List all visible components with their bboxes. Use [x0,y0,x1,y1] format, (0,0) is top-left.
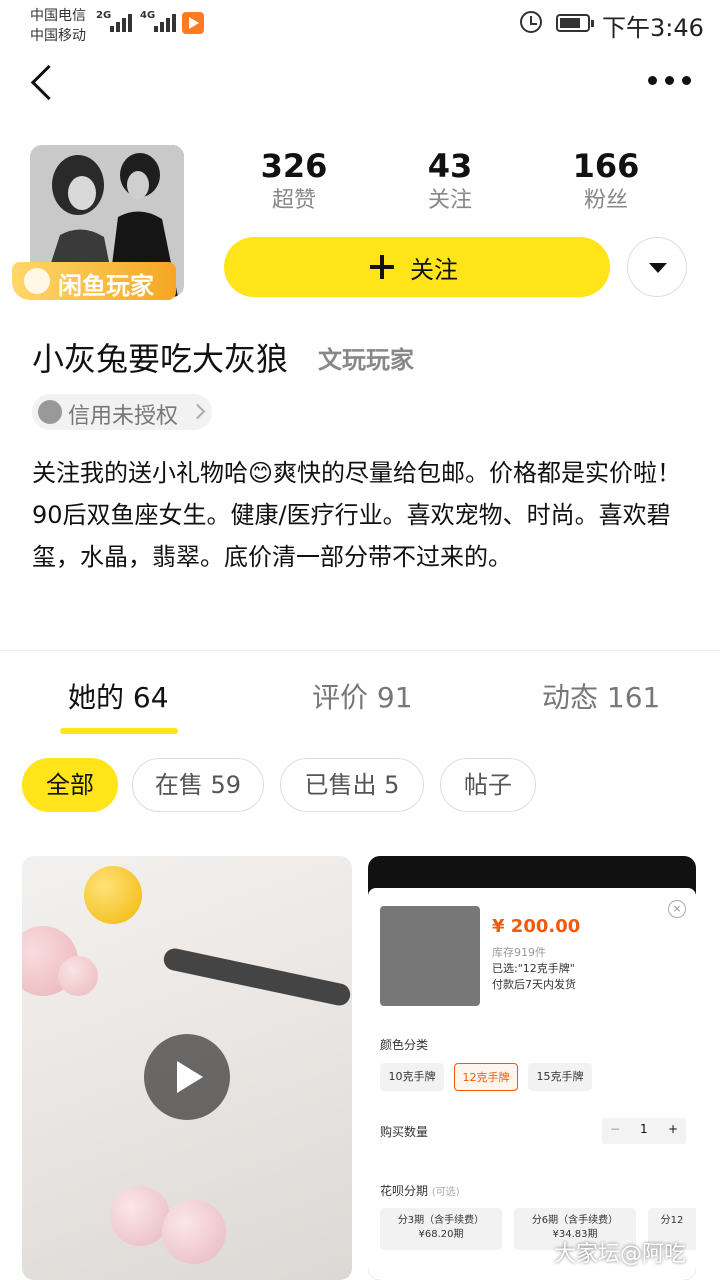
installment-section-label: 花呗分期 (可选) [380,1182,460,1199]
plus-icon [370,255,394,279]
signal-icon-2 [154,12,178,32]
plus-icon: + [668,1122,679,1136]
network-type-1: 2G [96,10,112,21]
stat-value: 166 [572,147,640,185]
carrier-2: 中国移动 [30,28,86,44]
watermark: 大家坛@阿吃 [554,1242,687,1267]
stat-followers[interactable]: 166 粉丝 [546,146,666,216]
installment-option-title: 分6期（含手续费） [531,1215,619,1226]
pink-bead [110,1186,170,1246]
product-card-video[interactable] [22,856,352,1280]
back-arrow-icon[interactable] [26,62,66,102]
filter-on-sale[interactable]: 在售 59 [132,758,264,812]
status-time: 下午3:46 [602,14,704,42]
carrier-labels: 中国电信 中国移动 [30,6,86,46]
purchase-sheet-image: × ¥ 200.00 库存919件 已选:"12克手牌" 付款后7天内发货 颜色… [368,888,696,1280]
badge-icon [24,268,50,294]
filter-sold[interactable]: 已售出 5 [280,758,424,812]
section-divider [0,650,720,651]
user-tag: 文玩玩家 [318,346,414,374]
product-shipping: 付款后7天内发货 [492,978,576,991]
product-card-image[interactable]: × ¥ 200.00 库存919件 已选:"12克手牌" 付款后7天内发货 颜色… [368,856,696,1280]
pink-bead [162,1200,226,1264]
stat-label: 粉丝 [583,188,628,213]
tab-items[interactable]: 她的 64 [68,676,169,716]
color-section-label: 颜色分类 [380,1038,429,1052]
installment-option: 分3期（含手续费） ¥68.20期 [380,1208,502,1250]
stat-value: 43 [427,147,473,185]
product-selected: 已选:"12克手牌" [492,962,575,975]
close-icon: × [668,900,686,918]
dropdown-caret-button[interactable] [627,237,687,297]
product-thumbnail [380,906,480,1006]
product-stock: 库存919件 [492,946,546,959]
play-icon[interactable] [144,1034,230,1120]
user-bio: 关注我的送小礼物哈😊爽快的尽量给包邮。价格都是实价啦！90后双鱼座女生。健康/医… [32,459,682,571]
filter-posts[interactable]: 帖子 [440,758,536,812]
quantity-stepper: − 1 + [602,1118,686,1144]
tab-reviews[interactable]: 评价 91 [312,676,413,716]
installment-option-title: 分12 [660,1215,684,1226]
yellow-bead [84,866,142,924]
credit-icon [38,400,62,424]
installment-option-title: 分3期（含手续费） [397,1215,485,1226]
stat-label: 超赞 [271,188,316,213]
quantity-section-label: 购买数量 [380,1125,429,1139]
product-price: ¥ 200.00 [492,916,581,937]
credit-label: 信用未授权 [68,404,179,429]
minus-icon: − [610,1122,621,1136]
chevron-right-icon [189,403,206,420]
video-app-icon [182,12,204,34]
installment-note: (可选) [431,1187,460,1198]
option-chip-selected: 12克手牌 [454,1063,518,1091]
installment-title: 花呗分期 [380,1184,429,1198]
active-tab-indicator [60,728,178,734]
installment-option-amount: ¥68.20期 [418,1229,464,1240]
xianyu-player-badge: 闲鱼玩家 [12,262,176,300]
battery-icon [556,14,594,32]
badge-label: 闲鱼玩家 [58,272,154,300]
alarm-icon [520,11,542,33]
pliers [161,946,352,1008]
stat-label: 关注 [427,188,472,213]
option-chip: 10克手牌 [380,1063,444,1091]
follow-label: 关注 [410,256,458,284]
credit-status-pill[interactable]: 信用未授权 [32,394,212,430]
stat-value: 326 [260,147,328,185]
username: 小灰兔要吃大灰狼 [32,340,289,378]
more-options-icon[interactable] [648,76,692,88]
pink-bead [58,956,98,996]
follow-button[interactable]: 关注 [224,237,610,297]
filter-all[interactable]: 全部 [22,758,118,812]
network-type-2: 4G [140,10,156,21]
stat-following[interactable]: 43 关注 [390,146,510,216]
tab-activity[interactable]: 动态 161 [542,676,660,716]
stat-likes[interactable]: 326 超赞 [234,146,354,216]
status-bar: 中国电信 中国移动 2G 4G 下午3:46 [0,0,720,50]
option-chip: 15克手牌 [528,1063,592,1091]
quantity-value: 1 [640,1122,648,1136]
carrier-1: 中国电信 [30,8,86,24]
signal-icon-1 [110,12,134,32]
